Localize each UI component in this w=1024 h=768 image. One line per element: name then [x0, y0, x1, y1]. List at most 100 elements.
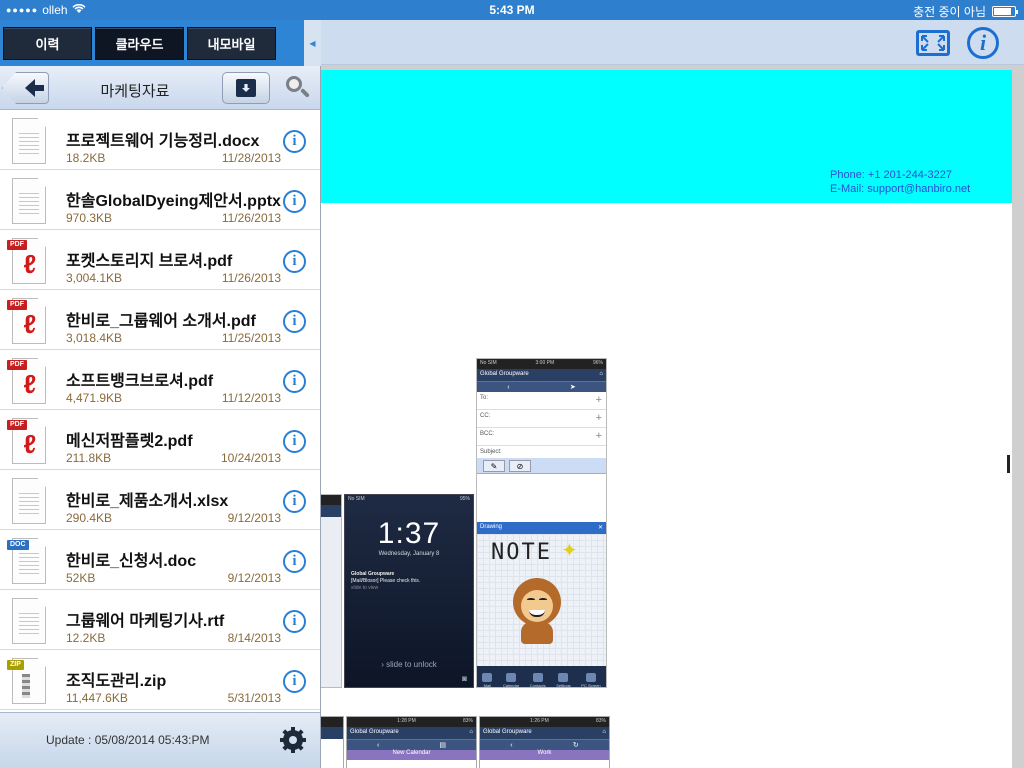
document-viewer: i Phone: +1 201-244-3227 E-Mail: support…: [320, 20, 1024, 768]
file-info-icon[interactable]: i: [283, 610, 306, 633]
file-browser-panel: 이력 클라우드 내모바일 ◀ 마케팅자료 프로젝트웨어 기능정리.docx 18.…: [0, 20, 321, 768]
file-row[interactable]: ℓ PDF 소프트뱅크브로셔.pdf 4,471.9KB 11/12/2013 i: [0, 350, 320, 410]
back-button[interactable]: [2, 72, 49, 104]
lock-notif-body: [Mail/Blosor] Please check this.: [351, 578, 421, 584]
lock-status-bar: No SIM 95%: [345, 495, 473, 505]
tab-history[interactable]: 이력: [3, 26, 92, 60]
mini-status-time: 3:00 PM: [535, 360, 555, 366]
folder-download-icon: [236, 79, 256, 97]
file-tag: PDF: [7, 420, 27, 430]
tab-cloud[interactable]: 클라우드: [95, 26, 184, 60]
path-bar: 마케팅자료: [0, 66, 320, 110]
folder-action-button[interactable]: [222, 72, 270, 104]
file-date: 11/26/2013: [221, 211, 281, 225]
file-info-icon[interactable]: i: [283, 370, 306, 393]
file-tag: DOC: [7, 540, 29, 550]
file-info-icon[interactable]: i: [283, 430, 306, 453]
chevron-left-icon: ◀: [309, 38, 316, 48]
file-size: 4,471.9KB: [66, 391, 123, 405]
bottom-screenshot-edge: [320, 716, 344, 768]
contact-email: E-Mail: support@hanbiro.net: [830, 183, 971, 195]
close-icon: ✕: [597, 525, 603, 531]
mini-field-label: CC:: [480, 413, 491, 419]
pdf-file-icon: ℓ PDF: [7, 298, 46, 344]
mini-field-to: To: +: [477, 392, 606, 410]
file-info-icon[interactable]: i: [283, 490, 306, 513]
mini-tab: PC Screen: [581, 673, 601, 687]
home-icon: ⌂: [602, 729, 606, 735]
collapse-panel-button[interactable]: ◀: [304, 20, 321, 66]
lock-date: Wednesday, January 8: [378, 551, 440, 557]
acrobat-glyph: ℓ: [23, 429, 37, 459]
mini-field-label: To:: [480, 395, 489, 401]
file-row[interactable]: 그룹웨어 마케팅기사.rtf 12.2KB 8/14/2013 i: [0, 590, 320, 650]
document-info-button[interactable]: i: [966, 27, 1000, 59]
status-bar: ●●●●● olleh 5:43 PM 충전 중이 아님: [0, 0, 1024, 20]
gear-icon[interactable]: [280, 727, 306, 753]
pdf-file-icon: ℓ PDF: [7, 358, 46, 404]
file-row[interactable]: ℓ PDF 메신저팜플렛2.pdf 211.8KB 10/24/2013 i: [0, 410, 320, 470]
file-size: 11,447.6KB: [66, 691, 128, 705]
document-file-icon: [10, 118, 46, 164]
mini-header-title: Global Groupware: [480, 371, 529, 377]
plus-icon: +: [595, 430, 602, 442]
lock-time: 1:37: [377, 517, 441, 550]
zip-file-icon: ZIP: [7, 658, 46, 704]
mini-status-bar: 1:28 PM 83%: [347, 717, 476, 727]
lock-notif-hint: slide to view: [351, 585, 379, 591]
tab-my-mobile[interactable]: 내모바일: [187, 26, 276, 60]
file-size: 12.2KB: [66, 631, 106, 645]
file-name: 프로젝트웨어 기능정리.docx: [66, 133, 260, 150]
file-row[interactable]: 한솔GlobalDyeing제안서.pptx 970.3KB 11/26/2013 i: [0, 170, 320, 230]
file-info-icon[interactable]: i: [283, 670, 306, 693]
fullscreen-button[interactable]: [916, 28, 950, 58]
mini-tab: Contacts: [530, 673, 546, 687]
mini-status-right: 96%: [592, 360, 603, 366]
file-info-icon[interactable]: i: [283, 310, 306, 333]
file-row[interactable]: ZIP 조직도관리.zip 11,447.6KB 5/31/2013 i: [0, 650, 320, 710]
note-text: NOTE: [491, 540, 552, 565]
mini-header: Global Groupware ⌂: [477, 369, 606, 381]
file-name: 한비로_그룹웨어 소개서.pdf: [66, 313, 256, 330]
file-info-icon[interactable]: i: [283, 130, 306, 153]
search-icon[interactable]: [286, 76, 310, 100]
zipper-glyph: [22, 674, 30, 698]
file-list[interactable]: 프로젝트웨어 기능정리.docx 18.2KB 11/28/2013 i 한솔Globa…: [0, 110, 320, 710]
file-info-icon[interactable]: i: [283, 190, 306, 213]
file-info-icon[interactable]: i: [283, 250, 306, 273]
file-name: 한비로_신청서.doc: [66, 553, 197, 570]
mini-toolbar: ✎ ⊘: [477, 458, 606, 474]
file-name: 한솔GlobalDyeing제안서.pptx: [66, 193, 281, 210]
file-date: 11/25/2013: [221, 331, 281, 345]
file-name: 조직도관리.zip: [66, 673, 167, 690]
file-name: 메신저팜플렛2.pdf: [66, 433, 193, 450]
drawing-header: Drawing ✕: [477, 522, 606, 534]
lockscreen-screenshot: No SIM 95% 1:37 Wednesday, January 8 Glo…: [344, 494, 474, 688]
contact-phone: Phone: +1 201-244-3227: [830, 169, 953, 181]
mini-header: Global Groupware ⌂: [480, 727, 609, 739]
file-row[interactable]: DOC 한비로_신청서.doc 52KB 9/12/2013 i: [0, 530, 320, 590]
mini-field-label: BCC:: [480, 431, 495, 437]
file-row[interactable]: ℓ PDF 한비로_그룹웨어 소개서.pdf 3,018.4KB 11/25/2013 i: [0, 290, 320, 350]
home-icon: ⌂: [599, 371, 603, 377]
mini-field-cc: CC: +: [477, 410, 606, 428]
mini-body: [477, 474, 606, 522]
pdf-file-icon: ℓ PDF: [7, 238, 46, 284]
fullscreen-icon: [916, 30, 950, 56]
folder-title: 마케팅자료: [100, 83, 170, 100]
mini-tab: Settings: [556, 673, 571, 687]
file-info-icon[interactable]: i: [283, 550, 306, 573]
lock-notif-title: Global Groupware: [351, 571, 395, 577]
file-row[interactable]: 한비로_제품소개서.xlsx 290.4KB 9/12/2013 i: [0, 470, 320, 530]
document-page[interactable]: Phone: +1 201-244-3227 E-Mail: support@h…: [320, 70, 1012, 768]
document-file-icon: [10, 478, 46, 524]
file-date: 11/26/2013: [221, 271, 281, 285]
acrobat-glyph: ℓ: [23, 369, 37, 399]
file-row[interactable]: 프로젝트웨어 기능정리.docx 18.2KB 11/28/2013 i: [0, 110, 320, 170]
update-timestamp: Update : 05/08/2014 05:43:PM: [46, 733, 210, 747]
mini-nav: ‹ ↻: [480, 739, 609, 750]
acrobat-glyph: ℓ: [23, 309, 37, 339]
file-tag: PDF: [7, 240, 27, 250]
partial-screenshot: [320, 494, 342, 688]
file-row[interactable]: ℓ PDF 포켓스토리지 브로셔.pdf 3,004.1KB 11/26/2013 i: [0, 230, 320, 290]
